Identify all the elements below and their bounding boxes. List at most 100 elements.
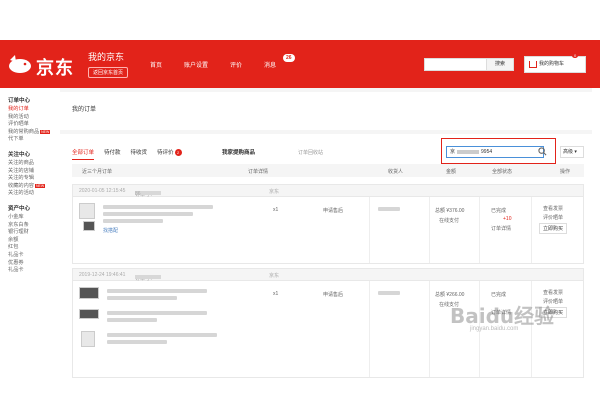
buy-again-button[interactable]: 立即购买 xyxy=(539,223,568,234)
product-thumbnail[interactable] xyxy=(79,309,99,319)
sidebar-item-gift-card[interactable]: 礼品卡 xyxy=(8,252,58,260)
tab-label: 待评价 xyxy=(157,150,174,156)
col-receiver: 收货人 xyxy=(388,169,404,175)
product-thumbnail[interactable] xyxy=(83,221,95,231)
product-title-redacted[interactable] xyxy=(107,318,157,322)
baidu-jingyan-watermark: Baidu经验 xyxy=(450,304,555,328)
sidebar-item-followed-albums[interactable]: 关注的专辑 xyxy=(8,175,58,183)
sidebar-item-reviews[interactable]: 评价晒单 xyxy=(8,121,58,129)
back-home-button[interactable]: 返回京东首页 xyxy=(88,67,129,78)
order-shop[interactable]: 京东 xyxy=(269,272,279,279)
tab-home-purchased[interactable]: 我家提购商品 xyxy=(222,148,255,156)
payment-method: 在线支付 xyxy=(439,218,460,224)
product-title-redacted[interactable] xyxy=(107,296,177,300)
find-match-link[interactable]: 找搭配 xyxy=(103,227,118,234)
divider xyxy=(429,281,430,377)
divider xyxy=(369,281,370,377)
order-recycle-link[interactable]: 订单回收站 xyxy=(298,149,323,156)
sidebar-item-followed-activities[interactable]: 关注的活动 xyxy=(8,190,58,198)
sidebar-group-head: 资产中心 xyxy=(8,205,31,212)
top-header: 京东 我的京东 返回京东首页 首页 账户设置 评价 消息 26 搜索 我的购物车… xyxy=(0,40,600,88)
divider xyxy=(531,281,532,377)
top-nav: 首页 账户设置 评价 消息 xyxy=(150,60,276,69)
new-badge: NEW xyxy=(40,129,51,134)
after-sales-link[interactable]: 申请售后 xyxy=(323,291,343,298)
tab-pending-receipt[interactable]: 待收货 xyxy=(131,148,148,160)
tab-pending-payment[interactable]: 待付款 xyxy=(104,148,121,160)
review-link[interactable]: 评价晒单 xyxy=(543,214,563,221)
sidebar-item-proxy-order[interactable]: 代下单 xyxy=(8,136,58,144)
advanced-search-label: 高级 xyxy=(563,149,574,155)
order-tabs: 全部订单 待付款 待收货 待评价 2 xyxy=(72,148,182,160)
sidebar-item-red-packet[interactable]: 红包 xyxy=(8,244,58,252)
after-sales-link[interactable]: 申请售后 xyxy=(323,207,343,214)
page-title-bar: 我的订单 xyxy=(60,92,592,130)
order-datetime: 2019-12-24 19:46:41 xyxy=(79,272,126,278)
product-thumbnail[interactable] xyxy=(81,331,95,347)
cart-label: 我的购物车 xyxy=(539,61,565,67)
product-thumbnail[interactable] xyxy=(79,287,99,299)
col-status[interactable]: 全部状态 xyxy=(492,168,512,175)
product-title-redacted[interactable] xyxy=(103,205,213,209)
nav-reviews[interactable]: 评价 xyxy=(230,60,242,69)
product-thumbnail[interactable] xyxy=(79,203,95,219)
divider xyxy=(531,197,532,263)
product-title-redacted[interactable] xyxy=(107,289,207,293)
product-title-redacted[interactable] xyxy=(107,311,207,315)
view-invoice-link[interactable]: 查看发票 xyxy=(543,289,563,296)
item-quantity: x1 xyxy=(273,291,279,297)
col-detail: 订单详情 xyxy=(248,169,269,175)
view-invoice-link[interactable]: 查看发票 xyxy=(543,205,563,212)
cart-icon xyxy=(529,61,537,68)
col-period[interactable]: 近三个月订单 xyxy=(82,168,112,175)
main-area: 我的订单 全部订单 待付款 待收货 待评价 2 我家提购商品 订单回收站 京 995… xyxy=(60,88,592,400)
nav-account-settings[interactable]: 账户设置 xyxy=(184,60,208,69)
message-count-badge: 26 xyxy=(283,54,295,62)
sidebar-item-vault[interactable]: 小金库 xyxy=(8,214,58,222)
my-jd-title[interactable]: 我的京东 xyxy=(88,50,124,63)
site-search-button[interactable]: 搜索 xyxy=(486,58,514,71)
sidebar-item-coupons[interactable]: 优惠券 xyxy=(8,260,58,268)
search-highlight-box xyxy=(441,138,556,164)
order-amount: 总额 ¥376.00 xyxy=(435,208,465,214)
order-shop[interactable]: 京东 xyxy=(269,188,279,195)
jd-logo[interactable]: 京东 xyxy=(6,48,84,80)
divider xyxy=(429,197,430,263)
order-header: 2019-12-24 19:46:41 订单号：1D 京东 xyxy=(73,269,583,282)
order-number-suffix: 86 xyxy=(135,191,141,197)
item-quantity: x1 xyxy=(273,207,279,213)
product-title-redacted[interactable] xyxy=(107,333,217,337)
order-status: 已完成 xyxy=(491,292,507,298)
nav-messages[interactable]: 消息 xyxy=(264,60,276,69)
sidebar-item-my-orders[interactable]: 我的订单 xyxy=(8,106,58,114)
sidebar-item-gift-card-2[interactable]: 礼品卡 xyxy=(8,267,58,275)
nav-home[interactable]: 首页 xyxy=(150,60,162,69)
sidebar-group-head: 关注中心 xyxy=(8,151,31,158)
reward-points: +10 xyxy=(503,216,512,222)
col-amount: 金额 xyxy=(446,169,457,175)
advanced-search-button[interactable]: 高级 ▾ xyxy=(560,146,584,158)
sidebar-group-head: 订单中心 xyxy=(8,98,31,104)
sidebar: 订单中心 我的订单 我的活动 评价晒单 我的常购商品 NEW 代下单 关注中心 关… xyxy=(0,90,58,400)
sidebar-item-finance[interactable]: 银行理财 xyxy=(8,229,58,237)
order-amount: 总额 ¥266.00 xyxy=(435,292,465,298)
product-title-redacted[interactable] xyxy=(103,219,163,223)
order-details-link[interactable]: 订单详情 xyxy=(491,225,511,232)
new-badge: NEW xyxy=(34,183,46,188)
sidebar-group-follow: 关注中心 关注的商品 关注的店铺 关注的专辑 收藏的内容 NEW 关注的活动 xyxy=(8,150,58,198)
brand-name: 京东 xyxy=(36,58,74,78)
order-status: 已完成 xyxy=(491,208,507,214)
tab-all-orders[interactable]: 全部订单 xyxy=(72,148,95,160)
jd-dog-icon xyxy=(9,55,31,73)
page-title: 我的订单 xyxy=(72,107,97,113)
divider xyxy=(369,197,370,263)
sidebar-item-baitiao[interactable]: 京东白条 xyxy=(8,222,58,230)
sidebar-item-followed-products[interactable]: 关注的商品 xyxy=(8,160,58,168)
product-title-redacted[interactable] xyxy=(107,340,167,344)
watermark-url: jingyan.baidu.com xyxy=(470,326,519,332)
sidebar-group-assets: 资产中心 小金库 京东白条 银行理财 余额 红包 礼品卡 优惠券 礼品卡 xyxy=(8,204,58,275)
cart-button[interactable]: 我的购物车 xyxy=(524,56,586,73)
tab-pending-review[interactable]: 待评价 2 xyxy=(157,148,182,160)
product-title-redacted[interactable] xyxy=(103,212,193,216)
sidebar-group-orders: 订单中心 我的订单 我的活动 评价晒单 我的常购商品 NEW 代下单 xyxy=(8,96,58,144)
